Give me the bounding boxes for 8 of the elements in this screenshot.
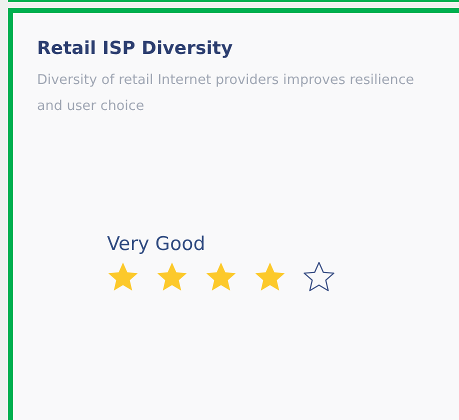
card-title: Retail ISP Diversity <box>37 38 233 59</box>
filled-star-icon <box>205 261 237 293</box>
filled-star-icon <box>156 261 188 293</box>
card-description: Diversity of retail Internet providers improves resilience and user choice <box>37 71 416 116</box>
filled-star-icon <box>107 261 139 293</box>
filled-star-icon <box>254 261 286 293</box>
rating-label: Very Good <box>107 233 206 255</box>
empty-star-icon <box>303 261 335 293</box>
